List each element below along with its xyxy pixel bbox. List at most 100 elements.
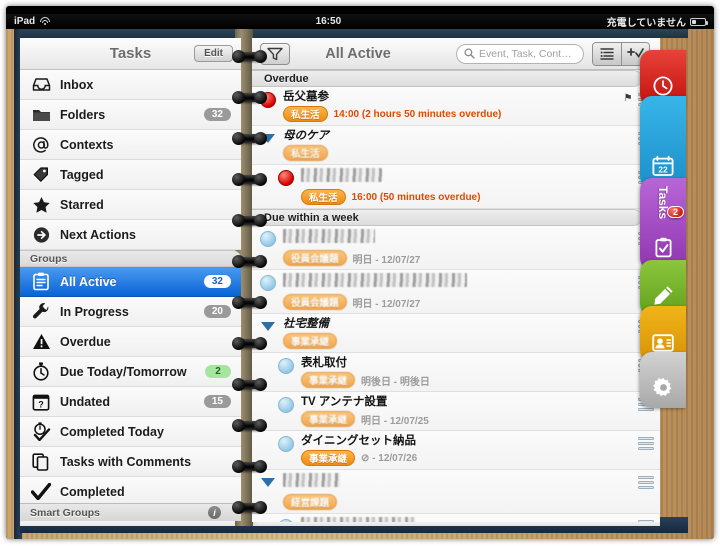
task-title: 岳父墓参 [283,91,329,103]
task-status-bullet[interactable] [278,358,294,374]
sidebar-item-tasks-with-comments[interactable]: Tasks with Comments [20,447,241,477]
calendar-icon: 22 [652,156,674,176]
task-row[interactable]: 次年度経営改計画構成経営課題⊘ - 12/07/27 [252,514,660,522]
task-date: ⊘ - 12/07/26 [361,452,418,464]
sidebar-item-starred[interactable]: Starred [20,190,241,220]
sidebar-item-badge: 32 [203,275,231,288]
sidebar-item-due-today-tomorrow[interactable]: Due Today/Tomorrow 2 [20,357,241,387]
wifi-icon [39,17,50,26]
task-row[interactable]: ダイニングセット納品 事業承継 ⊘ - 12/07/26 [252,431,660,470]
binder-ring [232,501,267,514]
task-meta: 経営課題 [283,494,635,510]
task-list[interactable]: Overdue 岳父墓参 私生活 14:00 (2 hours 50 minutes … [252,70,660,522]
task-row[interactable]: 表札取付 事業承継 明後日 - 明後日 [252,353,660,392]
task-row[interactable]: TV アンテナ設置 事業承継 明日 - 12/07/25 [252,392,660,431]
sidebar-item-label: Undated [60,394,110,409]
wrench-icon [30,301,52,323]
binder-ring [232,378,267,391]
chevron-down-icon[interactable] [260,476,276,492]
sidebar-item-completed-today[interactable]: Completed Today [20,417,241,447]
ipad-device-frame: iPad 16:50 充電していません Tasks Edit Inbox Fold… [6,6,714,539]
sidebar-item-in-progress[interactable]: In Progress 20 [20,297,241,327]
svg-text:22: 22 [658,165,668,175]
group-list-icon[interactable] [593,42,621,65]
reorder-handle-icon[interactable] [638,520,654,522]
sidebar-item-contexts[interactable]: Contexts [20,130,241,160]
checkmark-icon [30,481,52,503]
task-title: 次年度経営改計画構成 [301,517,416,522]
task-tag: 事業承継 [283,333,338,349]
task-tag: 事業承継 [301,372,356,388]
calendar-tab[interactable]: 22 [640,96,686,188]
sidebar-item-overdue[interactable]: Overdue [20,327,241,357]
sidebar-groups-header: Groups [20,250,241,267]
status-right: 充電していません [607,14,714,29]
calendar-question-icon: ? [30,391,52,413]
task-meta: 役員会議題 明日 - 12/07/27 [283,250,635,266]
task-status-bullet[interactable] [278,436,294,452]
task-row[interactable]: 本部定例会議資料役員会議題明日 - 12/07/27 [252,226,660,270]
task-date: 16:00 (50 minutes overdue) [351,191,481,203]
sidebar-item-tagged[interactable]: Tagged [20,160,241,190]
task-tag: 私生活 [301,189,346,205]
sidebar-item-label: Tagged [60,167,104,182]
reorder-handle-icon[interactable] [638,476,654,491]
task-row[interactable]: 再建チーム経営課題 [252,470,660,514]
module-tab-rail[interactable]: 22 Tasks 2 [640,50,686,408]
smart-groups-footer[interactable]: Smart Groups i [20,503,241,521]
contact-card-icon [652,334,674,352]
binder-ring [232,419,267,432]
task-tag: 経営課題 [283,494,338,510]
sidebar-item-folders[interactable]: Folders 32 [20,100,241,130]
task-body: 社宅整備 事業承継 [283,317,635,349]
device-name-label: iPad [14,16,36,27]
task-row[interactable]: 桜ノ苑施設見学私生活 16:00 (50 minutes overdue) [252,165,660,209]
sidebar-list[interactable]: Inbox Folders 32 Contexts Tagged Starred Next … [20,70,241,508]
task-status-bullet[interactable] [260,275,276,291]
sidebar-item-all-active[interactable]: All Active 32 [20,267,241,297]
task-section-header: Overdue [252,70,642,87]
task-row[interactable]: 社宅整備 事業承継 [252,314,660,353]
binder-ring [232,296,267,309]
task-row[interactable]: 関西連絡先一覧最新への更新と確認役員会議題明日 - 12/07/27 [252,270,660,314]
battery-status-label: 充電していません [606,18,686,29]
task-status-bullet[interactable] [278,519,294,522]
ios-status-bar: iPad 16:50 充電していません [6,14,714,29]
sidebar-item-label: Due Today/Tomorrow [60,364,187,379]
task-body: 母のケア 私生活 [283,129,635,161]
task-body: ダイニングセット納品 事業承継 ⊘ - 12/07/26 [301,434,635,466]
sidebar-item-label: Overdue [60,334,111,349]
sidebar-item-inbox[interactable]: Inbox [20,70,241,100]
task-row[interactable]: 岳父墓参 私生活 14:00 (2 hours 50 minutes overdue… [252,87,660,126]
task-meta: 私生活 16:00 (50 minutes overdue) [301,189,635,205]
task-body: 桜ノ苑施設見学私生活 16:00 (50 minutes overdue) [301,168,635,205]
clipboard-check-icon [654,237,673,258]
info-icon[interactable]: i [208,506,221,519]
task-status-bullet[interactable] [260,231,276,247]
task-row[interactable]: 母のケア 私生活 [252,126,660,165]
reorder-handle-icon[interactable] [638,437,654,452]
search-placeholder: Event, Task, Cont… [479,47,572,60]
settings-tab[interactable] [640,352,686,408]
edit-button[interactable]: Edit [194,45,233,62]
warning-icon [30,331,52,353]
task-status-bullet[interactable] [278,397,294,413]
sidebar-item-next-actions[interactable]: Next Actions [20,220,241,250]
task-section-header: Due within a week [252,209,642,226]
location-pin-icon: ⚑ [623,93,633,104]
sidebar-item-label: Next Actions [60,227,136,242]
task-title: 桜ノ苑施設見学 [301,168,382,182]
binder-ring [232,460,267,473]
task-title: 母のケア [283,130,329,142]
status-left: iPad [6,16,50,27]
search-input[interactable]: Event, Task, Cont… [456,43,584,64]
folder-icon [30,104,52,126]
tasks-tab[interactable]: Tasks 2 [640,178,686,270]
sidebar-item-undated[interactable]: ? Undated 15 [20,387,241,417]
task-title: 関西連絡先一覧最新への更新と確認 [283,273,467,287]
task-date: 明日 - 12/07/27 [352,298,421,310]
task-status-bullet[interactable] [278,170,294,186]
binder-ring [232,214,267,227]
chevron-down-icon[interactable] [260,320,276,336]
task-meta: 役員会議題 明日 - 12/07/27 [283,294,635,310]
